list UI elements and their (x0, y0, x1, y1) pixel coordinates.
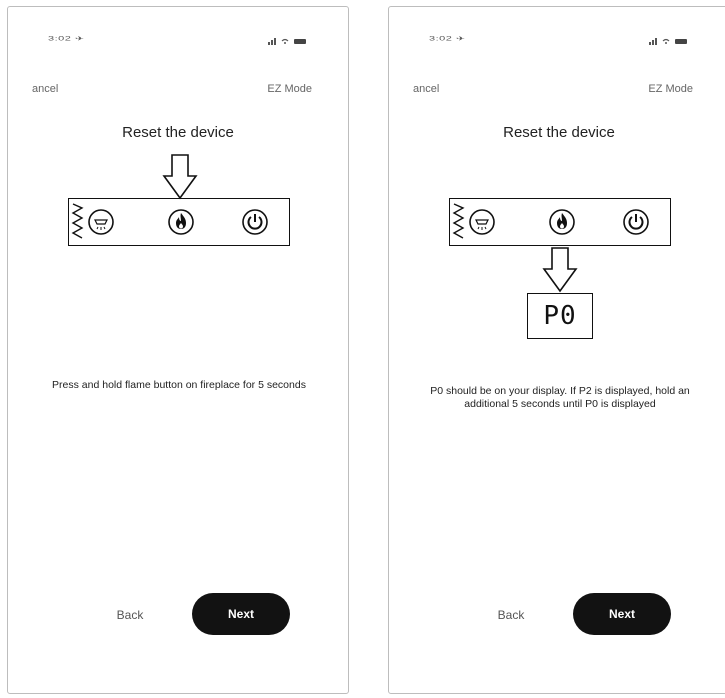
ez-mode-button[interactable]: EZ Mode (267, 83, 312, 95)
back-button[interactable]: Back (80, 595, 180, 635)
signal-wifi-battery-icon (649, 38, 687, 45)
status-time: 3:02 ✈ (48, 35, 85, 43)
page-title: Reset the device (503, 124, 615, 141)
status-icons (649, 33, 689, 51)
light-icon (469, 209, 495, 235)
instruction-text: Press and hold flame button on fireplace… (52, 379, 306, 391)
flame-icon (168, 209, 194, 235)
next-button[interactable]: Next (192, 593, 290, 635)
down-arrow-icon (162, 154, 198, 200)
status-icons (268, 33, 308, 51)
instruction-text: P0 should be on your display. If P2 is d… (430, 385, 690, 410)
cancel-button[interactable]: ancel (413, 83, 439, 95)
page-title: Reset the device (122, 124, 234, 141)
light-icon (88, 209, 114, 235)
phone-screen-display-p0: 3:02 ✈ ancel EZ Mode Reset the device P0… (388, 6, 725, 694)
fireplace-control-panel (68, 198, 290, 246)
phone-screen-press-flame: 3:02 ✈ ancel EZ Mode Reset the device Pr… (7, 6, 349, 694)
ez-mode-button[interactable]: EZ Mode (648, 83, 693, 95)
zigzag-edge-icon (71, 203, 84, 239)
power-icon (623, 209, 649, 235)
down-arrow-icon (542, 247, 578, 293)
zigzag-edge-icon (452, 203, 465, 239)
next-button[interactable]: Next (573, 593, 671, 635)
fireplace-display: P0 (527, 293, 593, 339)
status-time: 3:02 ✈ (429, 35, 466, 43)
signal-wifi-battery-icon (268, 38, 306, 45)
cancel-button[interactable]: ancel (32, 83, 58, 95)
power-icon (242, 209, 268, 235)
flame-icon (549, 209, 575, 235)
fireplace-control-panel (449, 198, 671, 246)
back-button[interactable]: Back (461, 595, 561, 635)
display-readout: P0 (543, 301, 577, 331)
